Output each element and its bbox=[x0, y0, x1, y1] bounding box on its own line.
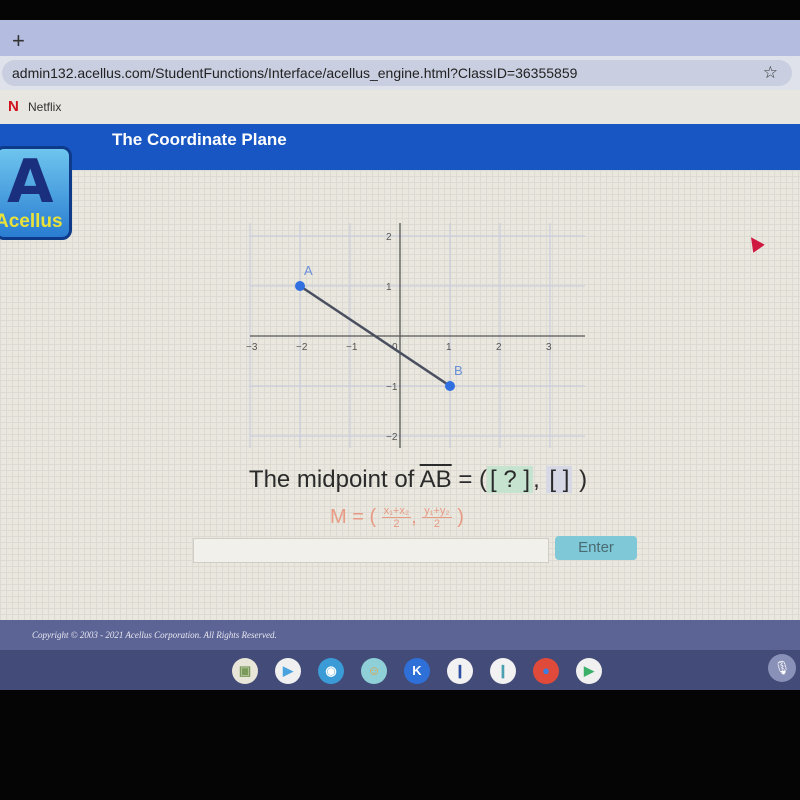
shelf-app-camera-icon[interactable]: ◉ bbox=[318, 658, 344, 684]
segment-label: AB bbox=[419, 466, 452, 493]
footer: Copyright © 2003 - 2021 Acellus Corporat… bbox=[0, 620, 800, 654]
y-tick-label: 1 bbox=[386, 282, 392, 293]
acellus-a-icon: A bbox=[7, 147, 54, 217]
shelf-app-fox-app-icon[interactable]: ☺ bbox=[361, 658, 387, 684]
shelf-app-gallery-icon[interactable]: ▣ bbox=[232, 658, 258, 684]
omnibox[interactable]: admin132.acellus.com/StudentFunctions/In… bbox=[2, 60, 792, 86]
os-shelf: 🎙 ▣ ▶ ◉ ☺ K ❙ ❙ ● ▶ bbox=[0, 650, 800, 690]
acellus-logo: A Acellus bbox=[0, 146, 72, 240]
x-tick-label: 1 bbox=[446, 342, 452, 353]
x-fraction: x₁+x₂ 2 bbox=[381, 505, 412, 530]
midpoint-formula: M = ( x₁+x₂ 2, y₁+y₂ 2 ) bbox=[330, 505, 464, 530]
question-prefix: The midpoint of bbox=[248, 466, 420, 493]
question-equals: = ( bbox=[451, 466, 488, 493]
point-label-b: B bbox=[454, 363, 463, 378]
answer-slot-x[interactable]: [ ? ] bbox=[487, 466, 534, 493]
acellus-logo-text: Acellus bbox=[0, 211, 63, 232]
enter-button[interactable]: Enter bbox=[555, 536, 637, 560]
x-numerator: x₁+x₂ bbox=[381, 505, 412, 518]
y-fraction: y₁+y₂ 2 bbox=[422, 505, 452, 530]
formula-rhs: ) bbox=[457, 505, 464, 528]
tab-strip: + bbox=[0, 20, 800, 60]
shelf-app-chrome-icon[interactable]: ● bbox=[533, 658, 559, 684]
url-text[interactable]: admin132.acellus.com/StudentFunctions/In… bbox=[12, 65, 577, 81]
point-b bbox=[445, 381, 455, 391]
lesson-banner: The Coordinate Plane bbox=[0, 124, 800, 170]
shelf-app-app-7-icon[interactable]: ❙ bbox=[490, 658, 516, 684]
formula-sep: , bbox=[411, 505, 417, 528]
x-tick-label: −3 bbox=[246, 342, 258, 353]
question-suffix: ) bbox=[572, 466, 588, 493]
copyright-text: Copyright © 2003 - 2021 Acellus Corporat… bbox=[32, 630, 277, 640]
shelf-app-kahoot-icon[interactable]: K bbox=[404, 658, 430, 684]
bookmarks-bar: N Netflix bbox=[0, 90, 800, 124]
point-a bbox=[295, 281, 305, 291]
formula-lhs: M = ( bbox=[330, 505, 377, 528]
coordinate-graph: −3 −2 −1 0 1 2 321−1−2AB bbox=[246, 223, 585, 448]
bookmark-netflix[interactable]: Netflix bbox=[28, 100, 61, 114]
shelf-app-app-6-icon[interactable]: ❙ bbox=[447, 658, 473, 684]
y-numerator: y₁+y₂ bbox=[422, 505, 452, 518]
answer-slot-y[interactable]: [ ] bbox=[546, 466, 573, 493]
question-text: The midpoint of AB = ([ ? ], [ ] ) bbox=[0, 466, 800, 494]
y-tick-label: −1 bbox=[386, 382, 398, 393]
answer-input[interactable] bbox=[193, 538, 549, 563]
x-tick-label: 2 bbox=[496, 342, 502, 353]
new-tab-button[interactable]: + bbox=[12, 28, 25, 54]
x-tick-label: −2 bbox=[296, 342, 308, 353]
shelf-app-play-icon[interactable]: ▶ bbox=[576, 658, 602, 684]
star-icon[interactable]: ☆ bbox=[763, 63, 778, 83]
microphone-icon[interactable]: 🎙 bbox=[768, 654, 796, 682]
y-tick-label: −2 bbox=[386, 432, 398, 443]
lesson-title: The Coordinate Plane bbox=[112, 130, 287, 149]
point-label-a: A bbox=[304, 263, 313, 278]
netflix-logo-icon[interactable]: N bbox=[8, 98, 19, 115]
y-denominator: 2 bbox=[433, 518, 440, 530]
y-tick-label: 2 bbox=[386, 232, 392, 243]
question-comma: , bbox=[533, 466, 547, 493]
x-tick-label: 3 bbox=[546, 342, 552, 353]
x-tick-label: −1 bbox=[346, 342, 358, 353]
shelf-app-play-store-icon[interactable]: ▶ bbox=[275, 658, 301, 684]
address-bar: admin132.acellus.com/StudentFunctions/In… bbox=[0, 56, 800, 90]
x-denominator: 2 bbox=[393, 518, 400, 530]
